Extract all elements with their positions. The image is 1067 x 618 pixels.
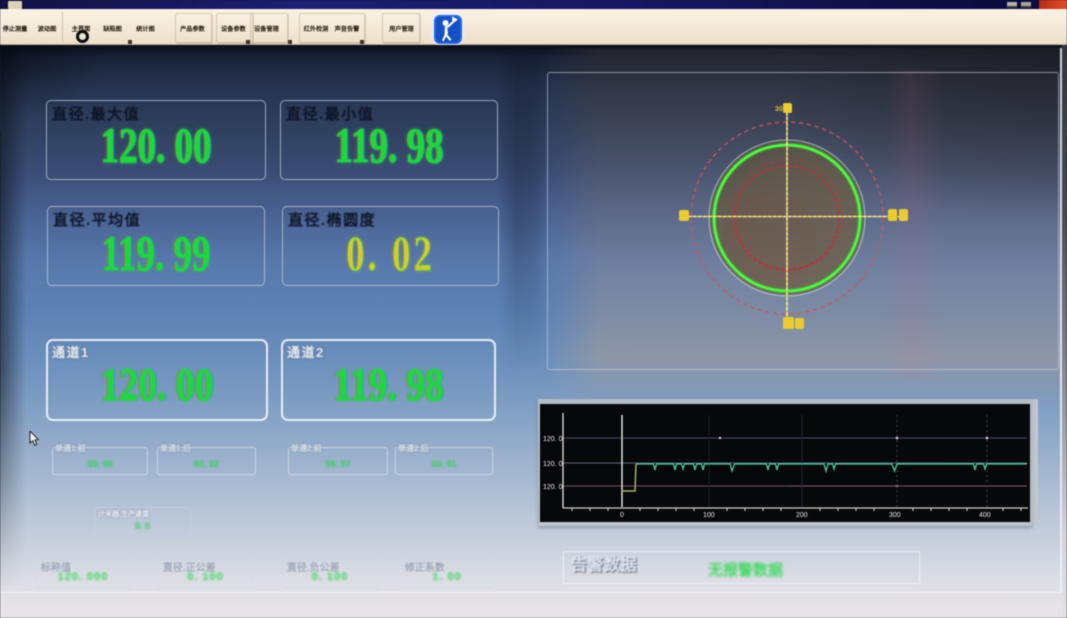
svg-text:30: 30 xyxy=(775,106,783,113)
svg-text:120. 0: 120. 0 xyxy=(543,436,563,443)
svg-text:100: 100 xyxy=(703,512,715,519)
svg-text:120. 0: 120. 0 xyxy=(543,461,563,468)
svg-text:120. 0: 120. 0 xyxy=(543,484,563,491)
svg-text:300: 300 xyxy=(889,512,901,519)
svg-text:0: 0 xyxy=(620,512,624,519)
svg-text:400: 400 xyxy=(979,512,991,519)
svg-text:200: 200 xyxy=(796,512,808,519)
